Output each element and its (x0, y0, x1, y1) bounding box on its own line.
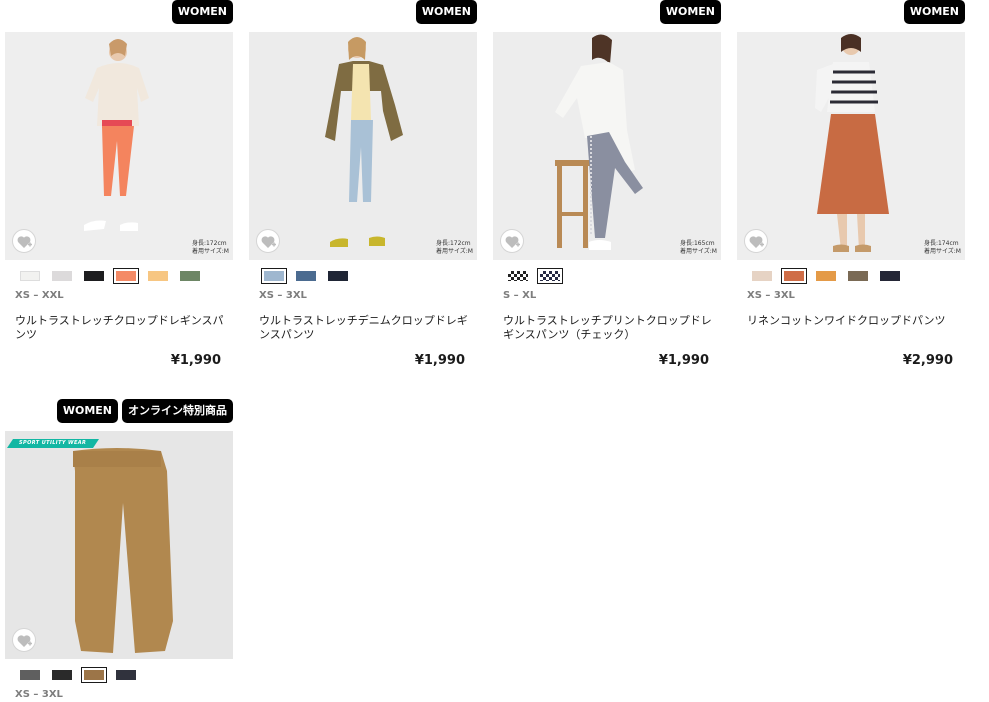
heart-plus-icon (17, 635, 32, 647)
model-photo (493, 32, 721, 260)
model-size-note: 身長:172cm 着用サイズ:M (191, 240, 229, 255)
favorite-button[interactable] (12, 229, 36, 253)
model-photo (249, 32, 477, 260)
heart-plus-icon (17, 236, 32, 248)
product-price: ¥2,990 (902, 353, 953, 368)
color-swatch[interactable] (845, 268, 871, 284)
product-image[interactable]: SPORT UTILITY WEAR (5, 431, 233, 659)
product-name[interactable]: ウルトラストレッチデニムクロップドレギンスパンツ (259, 314, 471, 342)
sport-utility-wear-tag: SPORT UTILITY WEAR (19, 440, 87, 446)
size-range: XS – 3XL (15, 689, 63, 700)
product-image[interactable]: 身長:174cm 着用サイズ:M (737, 32, 965, 260)
color-swatch[interactable] (145, 268, 171, 284)
model-size-note: 身長:165cm 着用サイズ:M (679, 240, 717, 255)
color-swatches (17, 268, 203, 284)
color-swatch[interactable] (17, 268, 43, 284)
product-price: ¥1,990 (658, 353, 709, 368)
heart-plus-icon (261, 236, 276, 248)
model-photo (5, 32, 233, 260)
color-swatch[interactable] (293, 268, 319, 284)
color-swatch[interactable] (505, 268, 531, 284)
gender-badge: WOMEN (171, 0, 233, 24)
product-name[interactable]: リネンコットンワイドクロップドパンツ (747, 314, 959, 328)
gender-badge: WOMEN (659, 0, 721, 24)
badge-group: WOMEN オンライン特別商品 (56, 399, 233, 423)
color-swatch[interactable] (49, 268, 75, 284)
product-price: ¥1,990 (170, 353, 221, 368)
online-exclusive-badge: オンライン特別商品 (122, 399, 233, 423)
color-swatch[interactable] (81, 268, 107, 284)
color-swatch[interactable] (813, 268, 839, 284)
badge-group: WOMEN (415, 0, 477, 24)
model-size-note: 身長:172cm 着用サイズ:M (435, 240, 473, 255)
badge-group: WOMEN (659, 0, 721, 24)
color-swatch-selected[interactable] (781, 268, 807, 284)
color-swatch[interactable] (113, 667, 139, 683)
color-swatch-selected[interactable] (81, 667, 107, 683)
heart-plus-icon (749, 236, 764, 248)
color-swatches (749, 268, 903, 284)
favorite-button[interactable] (12, 628, 36, 652)
product-image[interactable]: 身長:172cm 着用サイズ:M (5, 32, 233, 260)
color-swatch[interactable] (17, 667, 43, 683)
model-photo (737, 32, 965, 260)
color-swatch-selected[interactable] (537, 268, 563, 284)
color-swatch-selected[interactable] (261, 268, 287, 284)
color-swatch[interactable] (177, 268, 203, 284)
favorite-button[interactable] (744, 229, 768, 253)
color-swatch[interactable] (325, 268, 351, 284)
color-swatch[interactable] (749, 268, 775, 284)
color-swatch[interactable] (49, 667, 75, 683)
gender-badge: WOMEN (56, 399, 118, 423)
color-swatch-selected[interactable] (113, 268, 139, 284)
product-name[interactable]: ウルトラストレッチプリントクロップドレギンスパンツ（チェック） (503, 314, 715, 342)
heart-plus-icon (505, 236, 520, 248)
product-name[interactable]: ウルトラストレッチクロップドレギンスパンツ (15, 314, 227, 342)
badge-group: WOMEN (903, 0, 965, 24)
size-range: XS – 3XL (259, 290, 307, 301)
size-range: XS – 3XL (747, 290, 795, 301)
product-image[interactable]: 身長:165cm 着用サイズ:M (493, 32, 721, 260)
color-swatches (505, 268, 563, 284)
color-swatches (17, 667, 139, 683)
product-image[interactable]: 身長:172cm 着用サイズ:M (249, 32, 477, 260)
product-price: ¥1,990 (414, 353, 465, 368)
favorite-button[interactable] (500, 229, 524, 253)
size-range: XS – XXL (15, 290, 64, 301)
favorite-button[interactable] (256, 229, 280, 253)
badge-group: WOMEN (171, 0, 233, 24)
product-photo (5, 431, 233, 659)
color-swatches (261, 268, 351, 284)
size-range: S – XL (503, 290, 537, 301)
color-swatch[interactable] (877, 268, 903, 284)
model-size-note: 身長:174cm 着用サイズ:M (923, 240, 961, 255)
gender-badge: WOMEN (903, 0, 965, 24)
gender-badge: WOMEN (415, 0, 477, 24)
